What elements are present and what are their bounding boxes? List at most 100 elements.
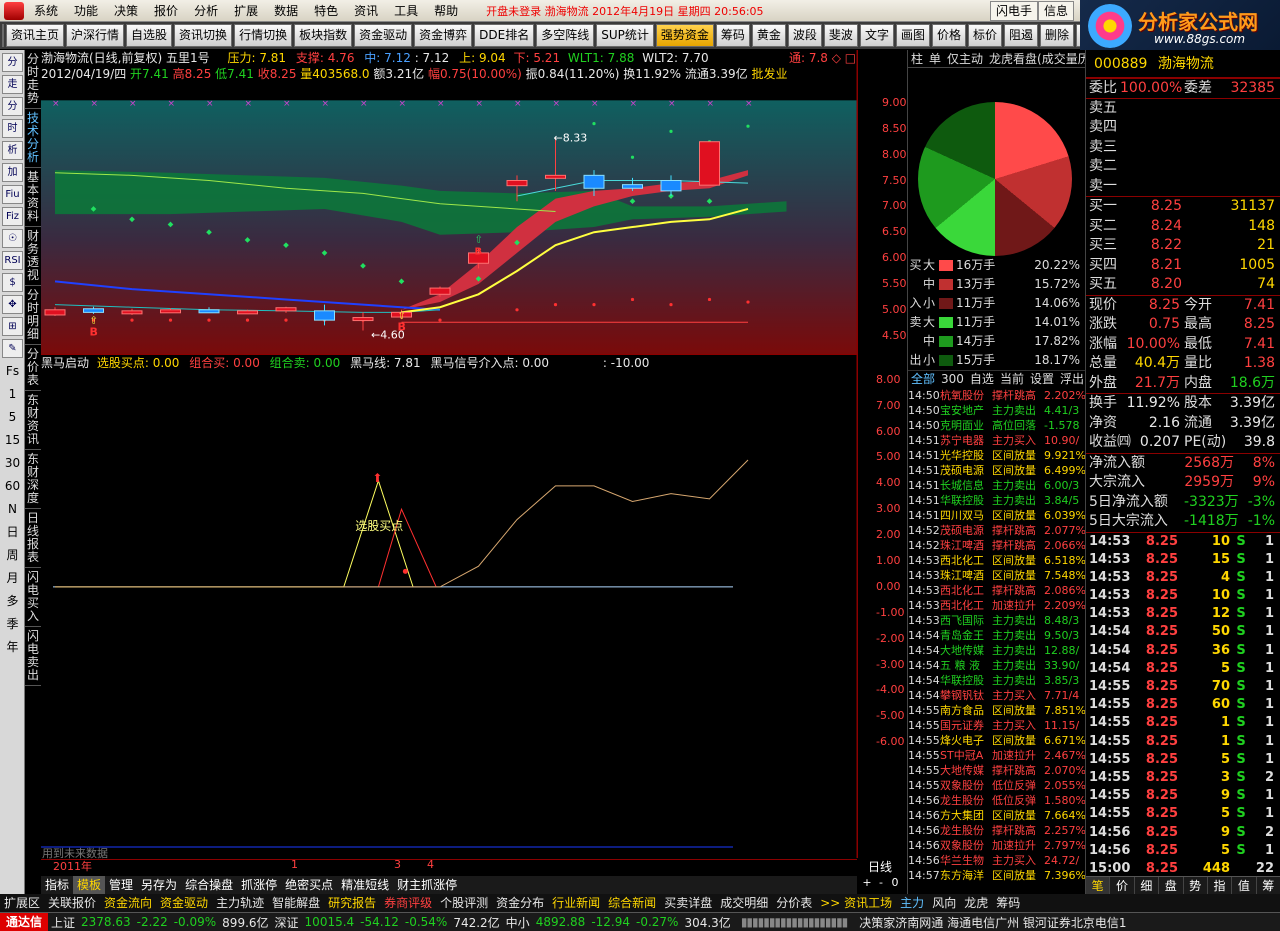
tick-row[interactable]: 14:54 8.25 5 S 1 bbox=[1086, 660, 1280, 678]
function-link[interactable]: 资金驱动 bbox=[156, 894, 212, 912]
menu-item-tools[interactable]: 工具 bbox=[386, 0, 426, 22]
alert-row[interactable]: 14:55 大地传媒 撑杆跳高 2.070% bbox=[908, 763, 1086, 778]
view-tab[interactable]: 东财资讯 bbox=[25, 391, 41, 450]
toolbar-button[interactable]: 自选股 bbox=[126, 24, 173, 47]
alert-row[interactable]: 14:51 四川双马 区间放量 6.039% bbox=[908, 508, 1086, 523]
alert-row[interactable]: 14:56 华兰生物 主力买入 24.72/ bbox=[908, 853, 1086, 868]
function-link[interactable]: 综合新闻 bbox=[604, 894, 660, 912]
tool-icon[interactable]: ✥ bbox=[2, 295, 23, 314]
toolbar-button[interactable]: 资金驱动 bbox=[354, 24, 413, 47]
alert-tab[interactable]: 设置 bbox=[1027, 371, 1057, 387]
function-link[interactable]: 成交明细 bbox=[716, 894, 772, 912]
view-tab[interactable]: 东财深度 bbox=[25, 450, 41, 509]
alert-row[interactable]: 14:51 光华控股 区间放量 9.921% bbox=[908, 448, 1086, 463]
tick-row[interactable]: 14:55 8.25 5 S 1 bbox=[1086, 805, 1280, 823]
menu-item-help[interactable]: 帮助 bbox=[426, 0, 466, 22]
view-tab[interactable]: 闪电卖出 bbox=[25, 627, 41, 686]
alert-row[interactable]: 14:53 珠江啤酒 区间放量 7.548% bbox=[908, 568, 1086, 583]
alert-row[interactable]: 14:54 青岛金王 主力卖出 9.50/3 bbox=[908, 628, 1086, 643]
flow-tab[interactable]: 单 bbox=[926, 50, 944, 67]
alert-row[interactable]: 14:50 杭氧股份 撑杆跳高 2.202% bbox=[908, 388, 1086, 403]
quote-tab[interactable]: 价 bbox=[1110, 877, 1135, 895]
view-tab[interactable]: 闪电买入 bbox=[25, 568, 41, 627]
tool-icon[interactable]: Fiu bbox=[2, 185, 23, 204]
alert-tab[interactable]: 自选 bbox=[967, 371, 997, 387]
tool-icon[interactable]: 加 bbox=[2, 163, 23, 182]
kline-chart-area[interactable]: × × × × × × × × × × × × × × × × × × × ←4.60 ←8.33 B ⇧ B ⇧ ⇧ B ⬆ 选股买点… bbox=[41, 50, 857, 873]
period-button[interactable]: 季 bbox=[2, 614, 23, 635]
quote-tab[interactable]: 盘 bbox=[1159, 877, 1184, 895]
toolbar-button[interactable]: 沪深行情 bbox=[66, 24, 125, 47]
alert-row[interactable]: 14:53 西北化工 加速拉升 2.209% bbox=[908, 598, 1086, 613]
template-tab[interactable]: 管理 bbox=[105, 876, 137, 894]
alert-row[interactable]: 14:53 西北化工 撑杆跳高 2.086% bbox=[908, 583, 1086, 598]
alert-tab[interactable]: 300 bbox=[938, 371, 967, 387]
tool-icon[interactable]: 分 bbox=[2, 97, 23, 116]
toolbar-button[interactable]: 阻遏 bbox=[1004, 24, 1039, 47]
tick-row[interactable]: 14:55 8.25 60 S 1 bbox=[1086, 696, 1280, 714]
tool-icon[interactable]: 时 bbox=[2, 119, 23, 138]
menu-item-function[interactable]: 功能 bbox=[66, 0, 106, 22]
tool-icon[interactable]: ☉ bbox=[2, 229, 23, 248]
quote-tab[interactable]: 细 bbox=[1135, 877, 1160, 895]
alert-row[interactable]: 14:53 西飞国际 主力卖出 8.48/3 bbox=[908, 613, 1086, 628]
view-tab[interactable]: 分时明细 bbox=[25, 286, 41, 345]
tool-icon[interactable]: ✎ bbox=[2, 339, 23, 358]
toolbar-button[interactable]: 资金博弈 bbox=[414, 24, 473, 47]
menu-item-quote[interactable]: 报价 bbox=[146, 0, 186, 22]
tick-row[interactable]: 14:56 8.25 9 S 2 bbox=[1086, 824, 1280, 842]
function-link[interactable]: 龙虎 bbox=[960, 894, 992, 912]
toolbar-button[interactable]: SUP统计 bbox=[596, 24, 654, 47]
tick-row[interactable]: 14:55 8.25 3 S 2 bbox=[1086, 769, 1280, 787]
tick-row[interactable]: 14:55 8.25 9 S 1 bbox=[1086, 787, 1280, 805]
tool-icon[interactable]: Fiz bbox=[2, 207, 23, 226]
function-link[interactable]: 行业新闻 bbox=[548, 894, 604, 912]
toolbar-button[interactable]: 板块指数 bbox=[294, 24, 353, 47]
alert-row[interactable]: 14:54 攀钢钒钛 主力买入 7.71/4 bbox=[908, 688, 1086, 703]
function-link[interactable]: 筹码 bbox=[992, 894, 1024, 912]
quote-tab[interactable]: 值 bbox=[1232, 877, 1257, 895]
chart-badge[interactable]: 通: 7.8 ◇ □ bbox=[789, 50, 856, 66]
alert-tab[interactable]: 浮出 bbox=[1057, 371, 1086, 387]
view-tab[interactable]: 日线报表 bbox=[25, 509, 41, 568]
alert-row[interactable]: 14:56 双象股份 加速拉升 2.797% bbox=[908, 838, 1086, 853]
view-tab[interactable]: 基本资料 bbox=[25, 168, 41, 227]
tick-row[interactable]: 14:53 8.25 4 S 1 bbox=[1086, 569, 1280, 587]
quote-tab[interactable]: 指 bbox=[1208, 877, 1233, 895]
template-tab[interactable]: 抓涨停 bbox=[237, 876, 281, 894]
market-alert-list[interactable]: 14:50 杭氧股份 撑杆跳高 2.202% 14:50 宝安地产 主力卖出 4.41/3 14… bbox=[908, 388, 1086, 883]
tick-list[interactable]: 14:53 8.25 10 S 1 14:53 8.25 15 S 1 14:53 8.25 4 S 1 14… bbox=[1086, 531, 1280, 879]
toolbar-button[interactable]: 行情切换 bbox=[234, 24, 293, 47]
server-info[interactable]: 决策家济南网通 海通电信广州 银河证券北京电信1 bbox=[856, 914, 1129, 931]
alert-row[interactable]: 14:56 方大集团 区间放量 7.664% bbox=[908, 808, 1086, 823]
alert-row[interactable]: 14:51 长城信息 主力卖出 6.00/3 bbox=[908, 478, 1086, 493]
zoom-in-button[interactable]: + bbox=[860, 876, 874, 889]
period-button[interactable]: 月 bbox=[2, 568, 23, 589]
tick-row[interactable]: 14:56 8.25 5 S 1 bbox=[1086, 842, 1280, 860]
function-link[interactable]: 资金分布 bbox=[492, 894, 548, 912]
menu-item-analysis[interactable]: 分析 bbox=[186, 0, 226, 22]
period-button[interactable]: 5 bbox=[2, 407, 23, 428]
period-button[interactable]: 多 bbox=[2, 591, 23, 612]
period-button[interactable]: 日 bbox=[2, 522, 23, 543]
tool-icon[interactable]: $ bbox=[2, 273, 23, 292]
toolbar-button[interactable]: 波段 bbox=[787, 24, 822, 47]
alert-row[interactable]: 14:53 西北化工 区间放量 6.518% bbox=[908, 553, 1086, 568]
toolbar-button[interactable]: 文字 bbox=[859, 24, 894, 47]
quote-tab[interactable]: 笔 bbox=[1086, 877, 1111, 895]
template-tab[interactable]: 精准短线 bbox=[337, 876, 393, 894]
tick-row[interactable]: 14:53 8.25 15 S 1 bbox=[1086, 551, 1280, 569]
alert-tab[interactable]: 当前 bbox=[997, 371, 1027, 387]
function-link[interactable]: 买卖详盘 bbox=[660, 894, 716, 912]
alert-row[interactable]: 14:50 克明面业 高位回落 -1.578 bbox=[908, 418, 1086, 433]
flow-tab[interactable]: 柱 bbox=[908, 50, 926, 67]
alert-row[interactable]: 14:57 东方海洋 区间放量 7.396% bbox=[908, 868, 1086, 883]
alert-row[interactable]: 14:51 苏宁电器 主力买入 10.90/ bbox=[908, 433, 1086, 448]
view-tab[interactable]: 财务透视 bbox=[25, 227, 41, 286]
tool-icon[interactable]: 走 bbox=[2, 75, 23, 94]
toolbar-button[interactable]: 黄金 bbox=[751, 24, 786, 47]
period-button[interactable]: N bbox=[2, 499, 23, 520]
function-link[interactable]: 个股评测 bbox=[436, 894, 492, 912]
alert-row[interactable]: 14:55 烽火电子 区间放量 6.671% bbox=[908, 733, 1086, 748]
toolbar-button[interactable]: 画图 bbox=[895, 24, 930, 47]
